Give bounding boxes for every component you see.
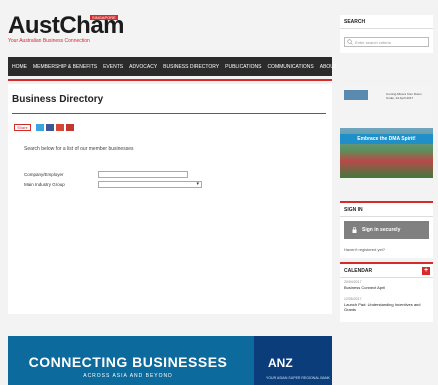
- nav-item-advocacy[interactable]: Advocacy: [129, 64, 157, 70]
- twitter-icon[interactable]: [35, 124, 44, 131]
- google-plus-icon[interactable]: [55, 124, 64, 131]
- ad-top-text: Coming Miners from Down Under, 22 April …: [386, 92, 422, 100]
- anz-tagline: YOUR ASIAN SUPER REGIONAL BANK: [266, 376, 330, 380]
- logo-text: AustCham: [8, 12, 125, 39]
- company-row: Company/Employer: [24, 171, 188, 178]
- ad-top-panel: Coming Miners from Down Under, 22 April …: [340, 86, 433, 128]
- anz-panel: ANZ YOUR ASIAN SUPER REGIONAL BANK: [254, 336, 332, 385]
- register-link[interactable]: Haven't registered yet?: [344, 247, 385, 252]
- search-icon: [347, 39, 353, 45]
- calendar-widget: Calendar + 20/04/2017 Business Connect A…: [340, 262, 433, 322]
- banner-headline: CONNECTING BUSINESSES: [28, 354, 228, 370]
- ad-band-text: Embrace the DMA Spirit!: [340, 134, 433, 144]
- signin-widget: Sign In Sign in securely Haven't registe…: [340, 201, 433, 258]
- signin-button-label: Sign in securely: [362, 227, 401, 233]
- share-bar: Share: [14, 124, 74, 131]
- search-heading: Search: [340, 15, 433, 29]
- search-input[interactable]: Enter search criteria: [344, 37, 429, 47]
- directory-intro: Search below for a list of our member bu…: [24, 146, 134, 152]
- sidebar-ad[interactable]: Coming Miners from Down Under, 22 April …: [340, 86, 433, 178]
- nav-item-events[interactable]: Events: [103, 64, 123, 70]
- industry-label: Main Industry Group: [24, 182, 65, 187]
- event-title: Business Connect April: [344, 285, 386, 290]
- banner-subline: ACROSS ASIA AND BEYOND: [83, 373, 173, 379]
- chevron-down-icon: ▾: [196, 181, 199, 187]
- company-label: Company/Employer: [24, 172, 64, 177]
- logo-tag: Singapore: [90, 15, 118, 20]
- nav-item-home[interactable]: Home: [12, 64, 27, 70]
- nav-item-business-directory[interactable]: Business Directory: [163, 64, 219, 70]
- nav-divider: [8, 79, 332, 81]
- site-logo[interactable]: AustCham Singapore Your Australian Busin…: [8, 12, 148, 45]
- search-widget: Search Enter search criteria: [340, 15, 433, 53]
- main-content: Business Directory Share Search below fo…: [8, 84, 332, 314]
- main-nav: Home Membership & Benefits Events Advoca…: [8, 57, 337, 76]
- anz-banner-ad[interactable]: CONNECTING BUSINESSES ACROSS ASIA AND BE…: [8, 336, 332, 385]
- nav-item-about[interactable]: About: [320, 64, 337, 70]
- calendar-event[interactable]: 20/04/2017 Business Connect April: [344, 280, 429, 290]
- add-icon[interactable]: +: [422, 267, 430, 275]
- event-title: Launch Pad: Understanding Incentives and…: [344, 302, 421, 312]
- share-button[interactable]: Share: [14, 124, 31, 131]
- ad-logo: [344, 90, 368, 100]
- industry-row: Main Industry Group ▾: [24, 181, 202, 188]
- search-placeholder: Enter search criteria: [355, 39, 391, 45]
- signin-heading: Sign In: [340, 203, 433, 217]
- signin-button[interactable]: Sign in securely: [344, 221, 429, 239]
- logo-tagline: Your Australian Business Connection: [8, 38, 90, 44]
- page-title: Business Directory: [12, 94, 104, 105]
- facebook-icon[interactable]: [45, 124, 54, 131]
- title-divider: [12, 113, 326, 114]
- calendar-event[interactable]: 12/05/2017 Launch Pad: Understanding Inc…: [344, 297, 429, 312]
- calendar-heading: Calendar: [340, 264, 433, 278]
- email-icon[interactable]: [65, 124, 74, 131]
- nav-item-membership[interactable]: Membership & Benefits: [33, 64, 97, 70]
- lock-icon: [352, 227, 357, 233]
- industry-select[interactable]: ▾: [98, 181, 202, 188]
- company-field[interactable]: [98, 171, 188, 178]
- nav-item-communications[interactable]: Communications: [267, 64, 313, 70]
- nav-item-publications[interactable]: Publications: [225, 64, 261, 70]
- anz-logo: ANZ: [268, 356, 293, 370]
